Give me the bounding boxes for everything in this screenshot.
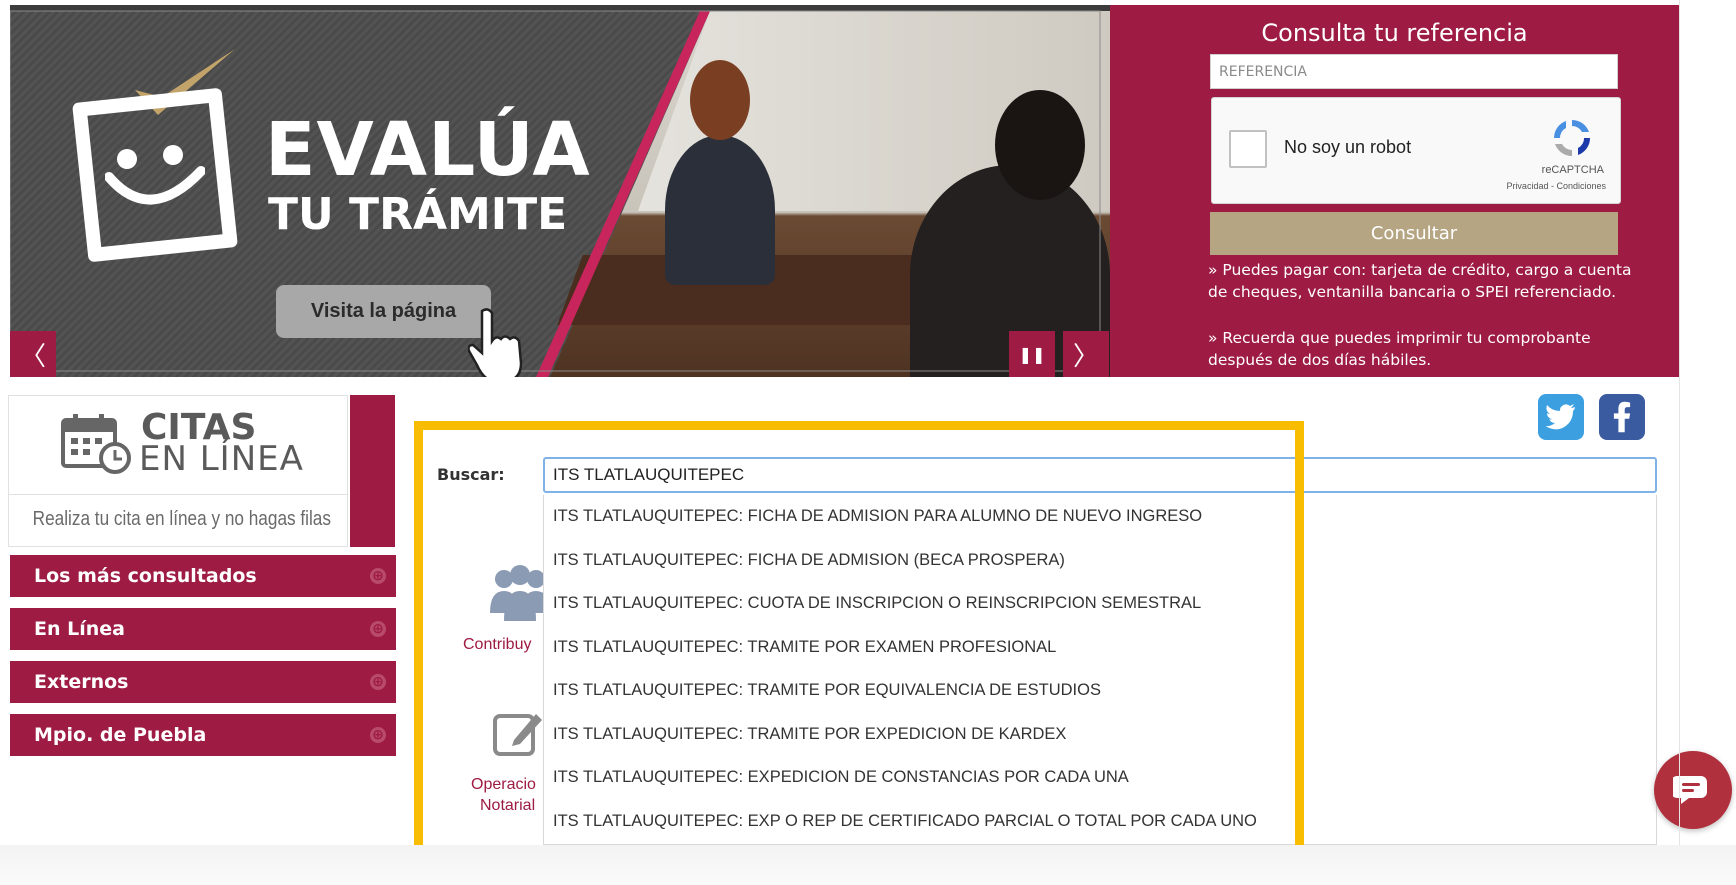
expand-plus-icon[interactable]: ⊕ [370,621,386,637]
pointing-hand-icon [467,307,533,377]
payment-methods-note: » Puedes pagar con: tarjeta de crédito, … [1208,261,1632,301]
en-linea-heading: EN LÍNEA [139,439,304,479]
calendar-icon [61,412,133,474]
recaptcha-brand: reCAPTCHA [1541,164,1604,176]
menu-item-label: Externos [34,671,129,693]
citas-divider [9,494,347,495]
menu-item-mas-consultados[interactable]: Los más consultados ⊕ [10,555,396,597]
smiley-face-icon [104,145,206,215]
menu-item-label: Mpio. de Puebla [34,724,207,746]
recaptcha-label: No soy un robot [1284,137,1412,157]
menu-item-label: Los más consultados [34,565,257,587]
menu-item-mpio-puebla[interactable]: Mpio. de Puebla ⊕ [10,714,396,756]
carousel-pause-button[interactable]: ❚❚ [1009,331,1055,377]
visit-page-button[interactable]: Visita la página [276,285,491,338]
reference-input[interactable] [1210,54,1618,89]
citas-tagline: Realiza tu cita en línea y no hagas fila… [32,508,331,530]
highlight-frame [414,421,1304,882]
carousel-prev-button[interactable]: 〈 [10,331,56,377]
consulta-referencia-panel: Consulta tu referencia No soy un robot r… [1110,5,1679,377]
menu-item-externos[interactable]: Externos ⊕ [10,661,396,703]
recaptcha-checkbox[interactable] [1229,130,1267,168]
photo-person-citizen-head [995,90,1085,200]
expand-plus-icon[interactable]: ⊕ [370,568,386,584]
photo-person-clerk [665,135,775,285]
consultar-button[interactable]: Consultar [1210,212,1618,255]
banner-title: EVALÚA [265,107,591,193]
facebook-icon[interactable] [1599,394,1645,440]
consulta-title: Consulta tu referencia [1261,19,1528,47]
banner-subtitle: TU TRÁMITE [268,189,568,240]
page-right-border [1679,0,1680,845]
banner-carousel[interactable]: EVALÚA TU TRÁMITE Visita la página [10,5,1110,377]
citas-side-strip [350,395,395,547]
menu-item-label: En Línea [34,618,125,640]
expand-plus-icon[interactable]: ⊕ [370,727,386,743]
twitter-icon[interactable] [1538,394,1584,440]
recaptcha-privacy-links[interactable]: Privacidad - Condiciones [1506,181,1606,191]
page-bottom-fade [0,845,1736,885]
recaptcha-widget: No soy un robot reCAPTCHA Privacidad - C… [1211,97,1621,204]
page: { "banner": { "title_line1": "EVALÚA", "… [0,0,1736,885]
photo-person-clerk-head [690,60,750,140]
citas-en-linea-banner[interactable]: CITAS EN LÍNEA Realiza tu cita en línea … [8,395,348,547]
chat-button[interactable] [1654,751,1732,829]
menu-item-en-linea[interactable]: En Línea ⊕ [10,608,396,650]
carousel-next-button[interactable]: 〉 [1063,331,1109,377]
recaptcha-logo-icon [1550,116,1594,160]
expand-plus-icon[interactable]: ⊕ [370,674,386,690]
receipt-print-note: » Recuerda que puedes imprimir tu compro… [1208,329,1591,369]
